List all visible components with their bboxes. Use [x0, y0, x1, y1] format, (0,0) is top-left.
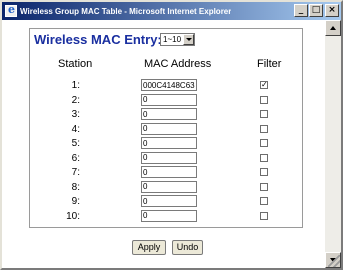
table-row: 8:: [2, 180, 302, 195]
mac-address-input[interactable]: [141, 166, 197, 178]
mac-entry-select[interactable]: 1~10: [160, 33, 195, 46]
mac-address-input[interactable]: [141, 108, 197, 120]
filter-column-header: Filter: [257, 58, 282, 70]
mac-address-input[interactable]: [141, 195, 197, 207]
scroll-up-arrow-icon[interactable]: [325, 20, 341, 36]
mac-address-column-header: MAC Address: [144, 58, 212, 70]
mac-address-input[interactable]: [141, 79, 197, 91]
station-number: 9:: [71, 196, 80, 207]
filter-checkbox[interactable]: [260, 168, 268, 176]
station-number: 3:: [71, 109, 80, 120]
window-title: Wireless Group MAC Table - Microsoft Int…: [20, 6, 232, 16]
dropdown-arrow-icon[interactable]: [183, 34, 194, 45]
station-number: 6:: [71, 152, 80, 164]
table-row: 6:: [2, 151, 302, 166]
apply-button[interactable]: Apply: [132, 240, 166, 255]
mac-entry-select-value: 1~10: [163, 35, 182, 44]
mac-address-input[interactable]: [141, 209, 197, 222]
filter-checkbox[interactable]: [260, 110, 268, 118]
filter-checkbox[interactable]: ✓: [260, 81, 268, 89]
mac-address-input[interactable]: [141, 93, 197, 106]
table-row: 10:: [2, 209, 302, 224]
table-row: 3:: [2, 108, 302, 122]
station-number: 8:: [71, 181, 80, 193]
table-row: 9:: [2, 195, 302, 209]
station-number: 10:: [66, 210, 80, 222]
station-number: 2:: [71, 94, 80, 106]
filter-checkbox[interactable]: [260, 211, 268, 220]
table-row: 5:: [2, 137, 302, 151]
filter-checkbox[interactable]: [260, 153, 268, 162]
minimize-icon[interactable]: _: [294, 4, 308, 17]
title-bar[interactable]: Wireless Group MAC Table - Microsoft Int…: [2, 2, 341, 20]
maximize-icon[interactable]: □: [309, 4, 323, 17]
mac-address-input[interactable]: [141, 151, 197, 164]
filter-checkbox[interactable]: [260, 139, 268, 147]
station-number: 4:: [71, 123, 80, 135]
filter-checkbox[interactable]: [260, 197, 268, 205]
vertical-scrollbar[interactable]: [325, 20, 341, 268]
internet-explorer-icon: [5, 3, 17, 17]
mac-address-input[interactable]: [141, 180, 197, 193]
filter-checkbox[interactable]: [260, 124, 268, 133]
window-controls: _ □ ×: [293, 4, 339, 17]
station-number: 7:: [71, 167, 80, 178]
mac-address-input[interactable]: [141, 122, 197, 135]
station-column-header: Station: [58, 58, 93, 70]
close-icon[interactable]: ×: [325, 4, 339, 17]
station-number: 1:: [71, 80, 80, 91]
filter-checkbox[interactable]: [260, 182, 268, 191]
table-row: 1: ✓: [2, 79, 302, 93]
table-row: 4:: [2, 122, 302, 137]
browser-window: Wireless Group MAC Table - Microsoft Int…: [0, 0, 343, 270]
station-number: 5:: [71, 138, 80, 149]
resize-grip-icon[interactable]: [328, 255, 340, 267]
mac-address-input[interactable]: [141, 137, 197, 149]
table-row: 7:: [2, 166, 302, 180]
mac-entry-heading: Wireless MAC Entry:: [34, 32, 162, 47]
filter-checkbox[interactable]: [260, 95, 268, 104]
undo-button[interactable]: Undo: [172, 240, 203, 255]
table-row: 2:: [2, 93, 302, 108]
